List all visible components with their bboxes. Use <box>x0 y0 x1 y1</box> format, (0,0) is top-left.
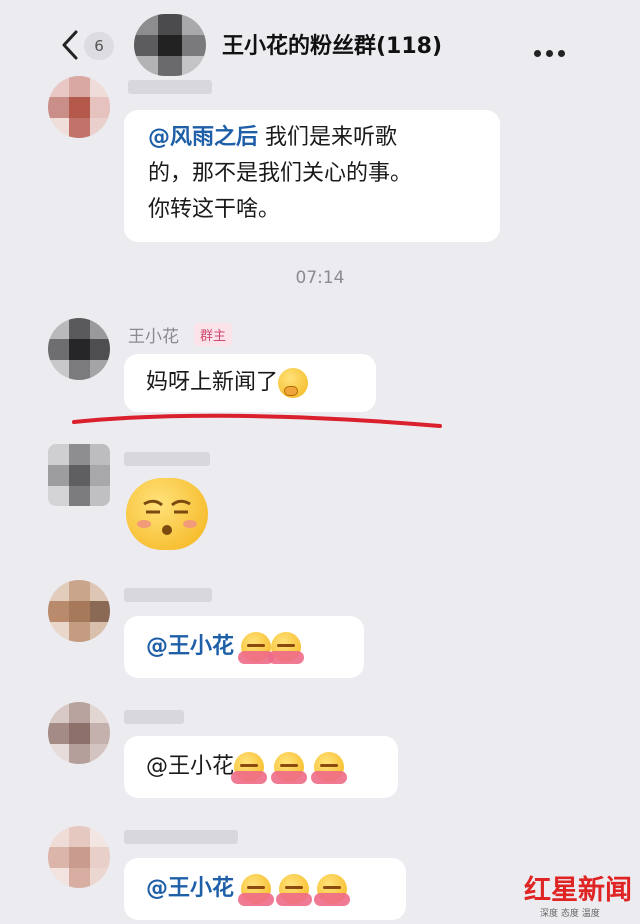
hugging-emoji-icon <box>268 632 305 664</box>
hugging-emoji-icon <box>238 874 275 906</box>
red-underline-annotation <box>72 413 442 428</box>
sticker-emoji-icon[interactable] <box>126 478 208 550</box>
owner-role-badge: 群主 <box>194 323 233 346</box>
unread-count-badge[interactable]: 6 <box>84 32 114 60</box>
watermark-logo: 红星新闻 <box>524 875 632 906</box>
message-text: 你转这干啥。 <box>148 197 281 222</box>
group-avatar[interactable] <box>134 14 206 76</box>
mention-link[interactable]: @王小花 <box>146 634 234 659</box>
message-bubble[interactable]: @王小花 <box>124 736 398 798</box>
sender-name: 王小花 <box>128 327 179 347</box>
hugging-emoji-icon <box>271 752 308 784</box>
sender-name-blurred <box>124 452 210 466</box>
mention-link[interactable]: @王小花 <box>146 754 234 779</box>
message-bubble[interactable]: @王小花 <box>124 616 364 678</box>
message-bubble[interactable]: @王小花 <box>124 858 406 920</box>
thinking-emoji-icon <box>278 368 309 398</box>
message-bubble[interactable]: @风雨之后 我们是来听歌 的，那不是我们关心的事。 你转这干啥。 <box>124 110 500 242</box>
avatar[interactable] <box>48 702 110 764</box>
hugging-emoji-icon <box>238 632 275 664</box>
message-bubble[interactable]: 妈呀上新闻了 <box>124 354 376 412</box>
avatar[interactable] <box>48 826 110 888</box>
group-title: 王小花的粉丝群(118) <box>222 34 443 59</box>
mention-link[interactable]: @风雨之后 <box>148 125 258 150</box>
message-text: 我们是来听歌 <box>258 125 398 150</box>
hugging-emoji-icon <box>231 752 268 784</box>
back-icon[interactable] <box>56 28 86 62</box>
sender-name-blurred <box>124 710 184 724</box>
sender-name-blurred <box>124 588 212 602</box>
time-divider: 07:14 <box>295 268 345 288</box>
hugging-emoji-icon <box>276 874 313 906</box>
message-text: 的，那不是我们关心的事。 <box>148 161 413 186</box>
sender-name-blurred <box>128 80 212 94</box>
avatar[interactable] <box>48 580 110 642</box>
hugging-emoji-icon <box>311 752 348 784</box>
avatar[interactable] <box>48 444 110 506</box>
more-options-icon[interactable] <box>534 42 570 61</box>
hugging-emoji-icon <box>314 874 351 906</box>
message-text: 妈呀上新闻了 <box>146 370 279 395</box>
avatar[interactable] <box>48 318 110 380</box>
sender-name-blurred <box>124 830 238 844</box>
avatar[interactable] <box>48 76 110 138</box>
watermark-tagline: 深度 态度 温度 <box>540 909 600 919</box>
mention-link[interactable]: @王小花 <box>146 876 234 901</box>
